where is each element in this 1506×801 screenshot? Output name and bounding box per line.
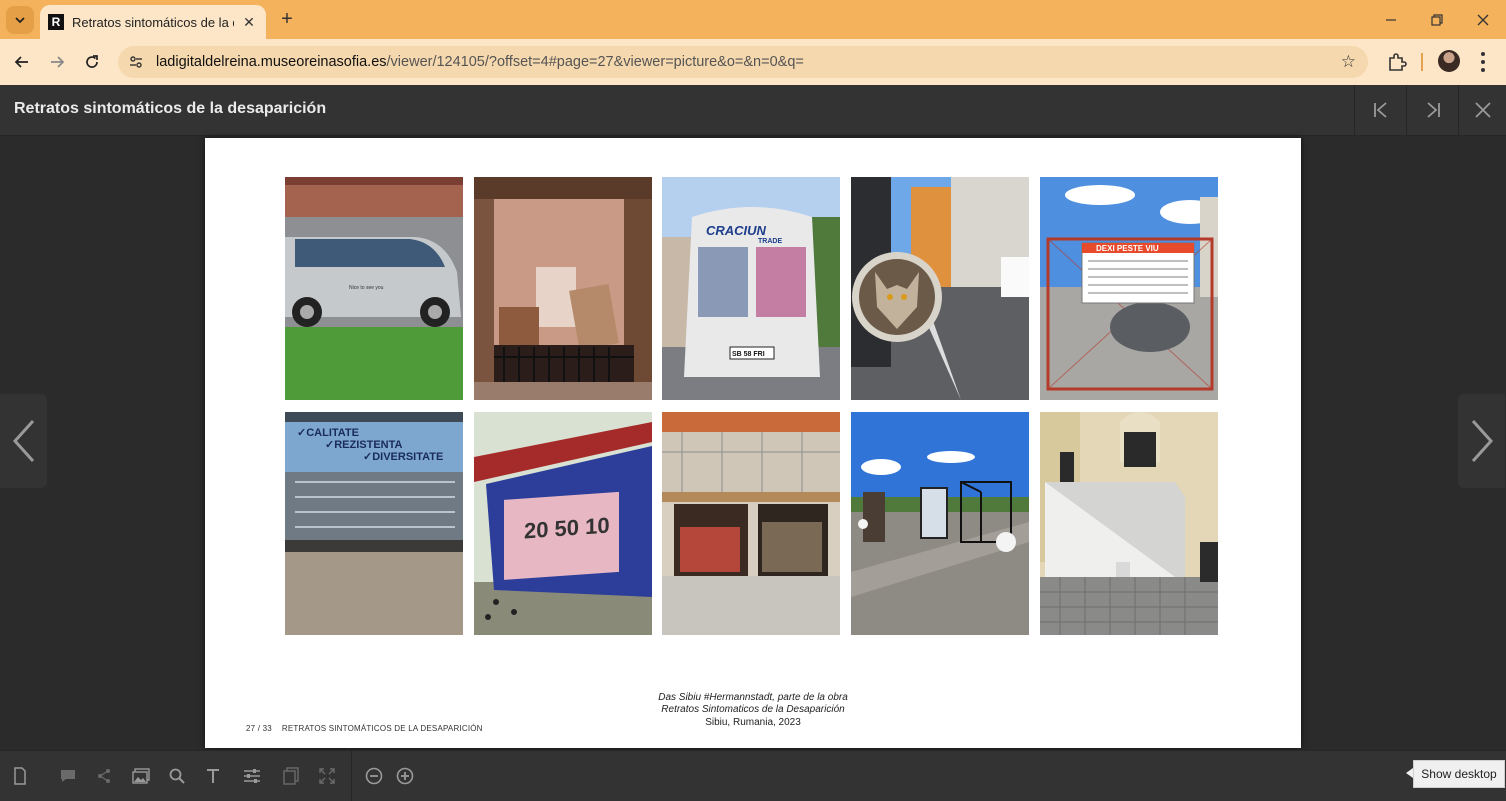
caption-line-1: Das Sibiu #Hermannstadt, parte de la obr… bbox=[658, 692, 848, 703]
reload-button[interactable] bbox=[78, 48, 106, 76]
reload-icon bbox=[86, 55, 98, 68]
browser-menu-icon[interactable] bbox=[1476, 50, 1490, 74]
close-icon bbox=[1477, 14, 1489, 25]
forward-button[interactable] bbox=[43, 48, 71, 76]
arrow-left-icon bbox=[14, 56, 28, 68]
fullscreen-button[interactable] bbox=[316, 765, 338, 787]
dexi-sign-text: DEXI PESTE VIU bbox=[1096, 244, 1159, 253]
tune-icon bbox=[130, 56, 142, 68]
previous-page-button[interactable] bbox=[0, 394, 47, 488]
photo-dexi-peste-viu-gate: DEXI PESTE VIU bbox=[1040, 177, 1218, 400]
viewer-header: Retratos sintomáticos de la desaparición bbox=[0, 85, 1506, 136]
restore-button[interactable] bbox=[1414, 0, 1460, 39]
page-folio: 27 / 33 RETRATOS SINTOMÁTICOS DE LA DESAP… bbox=[246, 724, 493, 733]
photo-demolished-kiosk-frames bbox=[851, 412, 1029, 635]
double-page-button[interactable] bbox=[280, 765, 302, 787]
next-page-button[interactable] bbox=[1458, 394, 1505, 488]
site-info-button[interactable] bbox=[122, 48, 150, 76]
arrow-right-icon bbox=[51, 56, 65, 68]
address-bar[interactable]: ladigitaldelreina.museoreinasofia.es/vie… bbox=[118, 46, 1368, 78]
tab-search-button[interactable] bbox=[6, 6, 34, 34]
new-tab-button[interactable]: + bbox=[276, 8, 298, 30]
image-icon bbox=[132, 768, 150, 784]
zoom-in-icon bbox=[396, 767, 414, 785]
last-page-button[interactable] bbox=[1406, 85, 1459, 135]
caption-line-2: Retratos Sintomaticos de la Desaparición bbox=[661, 704, 845, 715]
viewer-title: Retratos sintomáticos de la desaparición bbox=[14, 100, 327, 117]
photo-craciun-van: CRACIUN TRADE SB 58 FRI bbox=[662, 177, 840, 400]
calitate-lettering: ✓CALITATE bbox=[297, 427, 359, 439]
comment-icon bbox=[61, 770, 75, 782]
minimize-icon bbox=[1386, 18, 1396, 21]
toolbar-divider bbox=[351, 751, 352, 801]
tooltip-tail bbox=[1406, 768, 1413, 778]
running-title: RETRATOS SINTOMÁTICOS DE LA DESAPARICIÓN bbox=[281, 724, 483, 733]
close-viewer-button[interactable] bbox=[1458, 85, 1506, 135]
settings-sliders-button[interactable] bbox=[241, 765, 263, 787]
page-number: 27 / 33 bbox=[246, 724, 272, 733]
minimize-button[interactable] bbox=[1368, 0, 1414, 39]
craciun-lettering: CRACIUN bbox=[706, 223, 767, 238]
back-button[interactable] bbox=[8, 48, 36, 76]
tab-close-icon[interactable]: ✕ bbox=[240, 13, 258, 31]
photo-euro-notes-kiosk: 20 50 10 bbox=[474, 412, 652, 635]
image-button[interactable] bbox=[130, 765, 152, 787]
extensions-puzzle-icon[interactable] bbox=[1386, 51, 1408, 73]
zoom-out-icon bbox=[365, 767, 383, 785]
copy-pages-icon bbox=[283, 767, 299, 785]
url-text: ladigitaldelreina.museoreinasofia.es/vie… bbox=[156, 54, 804, 70]
photo-balcony-storage bbox=[474, 177, 652, 400]
photo-calitate-shop-window: ✓CALITATE ✓REZISTENTA ✓DIVERSITATE bbox=[285, 412, 463, 635]
search-button[interactable] bbox=[166, 765, 188, 787]
craciun-trade-lettering: TRADE bbox=[758, 238, 782, 245]
book-page: Nice to see you CRACIUN TRADE SB 58 FRI … bbox=[205, 138, 1301, 748]
viewer-bottom-toolbar bbox=[0, 750, 1506, 801]
browser-tab-bar: R Retratos sintomáticos de la desaparici… bbox=[0, 0, 1506, 39]
van-lettering: Nice to see you bbox=[349, 285, 384, 291]
photo-garage-stalls bbox=[662, 412, 840, 635]
bookmark-star-icon[interactable]: ☆ bbox=[1341, 52, 1356, 72]
url-path: /viewer/124105/?offset=4#page=27&viewer=… bbox=[386, 54, 804, 70]
rezistenta-lettering: ✓REZISTENTA bbox=[325, 439, 403, 451]
chevron-down-icon bbox=[15, 17, 25, 24]
page-icon bbox=[14, 767, 26, 785]
text-icon bbox=[207, 769, 219, 783]
share-icon bbox=[98, 769, 110, 783]
chevron-left-icon bbox=[12, 419, 34, 463]
chevron-right-icon bbox=[1471, 419, 1493, 463]
sliders-icon bbox=[244, 769, 260, 783]
site-favicon-icon: R bbox=[48, 14, 64, 30]
photo-white-wrapped-block bbox=[1040, 412, 1218, 635]
first-page-icon bbox=[1374, 102, 1387, 118]
toolbar-separator bbox=[1421, 53, 1423, 71]
license-plate-text: SB 58 FRI bbox=[732, 351, 765, 358]
browser-toolbar: ladigitaldelreina.museoreinasofia.es/vie… bbox=[0, 39, 1506, 85]
search-icon bbox=[169, 768, 185, 784]
comments-button[interactable] bbox=[57, 765, 79, 787]
zoom-in-button[interactable] bbox=[394, 765, 416, 787]
first-page-button[interactable] bbox=[1354, 85, 1407, 135]
diversitate-lettering: ✓DIVERSITATE bbox=[363, 451, 443, 463]
share-button[interactable] bbox=[93, 765, 115, 787]
tab-title: Retratos sintomáticos de la desaparición bbox=[72, 14, 234, 30]
text-view-button[interactable] bbox=[202, 765, 224, 787]
url-host: ladigitaldelreina.museoreinasofia.es bbox=[156, 54, 387, 70]
fullscreen-icon bbox=[319, 768, 335, 784]
close-icon bbox=[1475, 102, 1491, 118]
last-page-icon bbox=[1427, 102, 1440, 118]
restore-icon bbox=[1431, 13, 1443, 26]
profile-avatar[interactable] bbox=[1438, 50, 1460, 72]
photo-wolf-tire-cover bbox=[851, 177, 1029, 400]
zoom-out-button[interactable] bbox=[363, 765, 385, 787]
photo-silver-van: Nice to see you bbox=[285, 177, 463, 400]
active-tab[interactable]: R Retratos sintomáticos de la desaparici… bbox=[40, 5, 266, 39]
close-window-button[interactable] bbox=[1460, 0, 1506, 39]
show-desktop-tooltip: Show desktop bbox=[1413, 760, 1505, 788]
page-view-button[interactable] bbox=[9, 765, 31, 787]
